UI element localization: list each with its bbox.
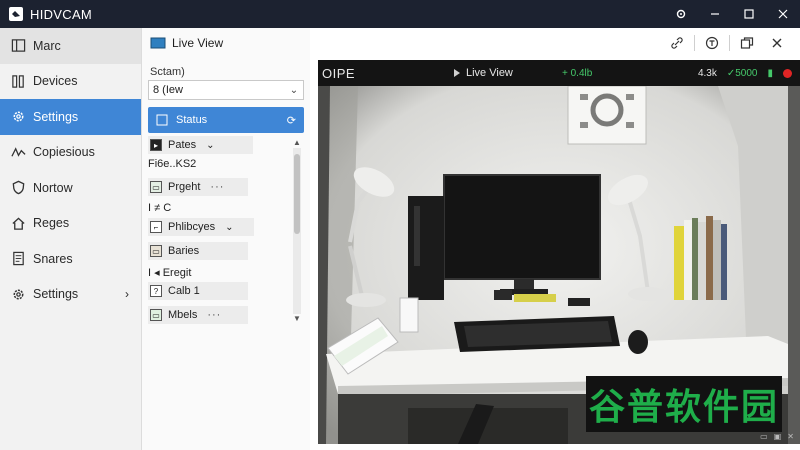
sidebar: Marc Devices Settings Copiesious Nortow … (0, 28, 142, 450)
list-item[interactable]: ▭ Baries (148, 242, 248, 260)
more-icon[interactable]: ··· (210, 181, 224, 193)
signal-icon: ▮ (767, 67, 773, 79)
stat-readout: 5000 (735, 67, 758, 79)
list-item[interactable]: ▸ Pates ⌄ (148, 136, 253, 154)
view-select[interactable]: 8 (Iew ⌄ (148, 80, 304, 100)
nav-item-label: Copiesious (33, 145, 95, 160)
check-icon: ✓ (726, 67, 736, 79)
shield-icon (10, 180, 26, 196)
document-icon (10, 251, 26, 267)
camera-controls: ▭ ▣ ✕ (754, 432, 794, 441)
list-item[interactable]: ⌐ Phlibcyes ⌄ (148, 218, 254, 236)
gear-icon (10, 286, 26, 302)
file-icon: ▸ (150, 139, 162, 151)
close-icon[interactable] (762, 28, 792, 58)
view-select-value: 8 (Iew (153, 84, 183, 96)
nav-item-nortow[interactable]: Nortow (0, 170, 141, 206)
nav-item-label: Settings (33, 287, 79, 302)
nav-item-settings-2[interactable]: Settings › (0, 277, 141, 313)
status-icon (156, 114, 168, 126)
scrollbar[interactable]: ▲ ▼ (293, 138, 301, 324)
nav-item-label: Snares (33, 251, 73, 266)
close-button[interactable] (766, 0, 800, 28)
image-icon: ▭ (150, 309, 162, 321)
app-logo-icon (9, 7, 23, 21)
camera-status-bar: OIPE Live View + 0.4lb 4.3k ✓ 5000 ▮ (318, 60, 800, 86)
record-indicator-icon (783, 68, 792, 78)
live-view-panel: Live View Sctam) 8 (Iew ⌄ Status ⟳ ▸ Pat… (142, 28, 310, 450)
nav-item-label: Devices (33, 74, 78, 89)
status-item[interactable]: Status ⟳ (148, 107, 304, 133)
scroll-up-icon[interactable]: ▲ (293, 138, 301, 148)
sync-icon[interactable]: ⟳ (287, 114, 296, 127)
more-icon[interactable]: ··· (207, 309, 221, 321)
nav-item-label: Nortow (33, 180, 73, 195)
nav-item-marc[interactable]: Marc (0, 28, 141, 64)
list-item[interactable]: ▭ Mbels ··· (148, 306, 248, 324)
play-icon (454, 69, 460, 77)
layout-icon (10, 38, 26, 54)
fullscreen-icon[interactable]: ▭ (760, 432, 768, 441)
panel-title: Live View (172, 36, 224, 50)
nav-item-label: Reges (33, 216, 70, 231)
chevron-down-icon: ⌄ (206, 139, 215, 151)
camera-id: OIPE (322, 65, 356, 81)
nav-item-copiesious[interactable]: Copiesious (0, 135, 141, 171)
title-bar: HIDVCAM (0, 0, 800, 28)
settings-icon[interactable] (664, 0, 698, 28)
divider (694, 35, 695, 51)
image-icon: ▭ (150, 181, 162, 193)
scroll-thumb[interactable] (294, 154, 300, 234)
list-item[interactable]: ▭ Prgeht ··· (148, 178, 248, 196)
chevron-down-icon: ⌄ (225, 221, 234, 233)
nav-item-settings[interactable]: Settings (0, 99, 141, 135)
home-icon (10, 215, 26, 231)
app-title: HIDVCAM (30, 6, 93, 22)
list-item[interactable]: ? Calb 1 (148, 282, 248, 300)
bitrate-readout: + 0.4lb (562, 67, 593, 79)
windows-icon[interactable] (732, 28, 762, 58)
divider (729, 35, 730, 51)
maximize-button[interactable] (732, 0, 766, 28)
help-icon: ? (150, 285, 162, 297)
image-icon: ▭ (150, 245, 162, 257)
close-icon[interactable]: ✕ (787, 432, 794, 441)
panel-header: Live View (150, 36, 223, 50)
scroll-track[interactable] (293, 148, 301, 314)
stat-readout: 4.3k (697, 67, 717, 79)
live-indicator: Live View (454, 67, 513, 79)
devices-icon (10, 73, 26, 89)
status-label: Status (176, 114, 208, 126)
chevron-right-icon: › (125, 287, 129, 302)
frame-icon: ⌐ (150, 221, 162, 233)
gear-icon (10, 109, 26, 125)
link-icon[interactable] (662, 28, 692, 58)
activity-icon (10, 144, 26, 160)
settings-list: ▸ Pates ⌄ Fi6e..KS2 ▭ Prgeht ··· I ≠ C ⌐… (148, 136, 306, 324)
scroll-down-icon[interactable]: ▼ (293, 314, 301, 324)
nav-item-snares[interactable]: Snares (0, 241, 141, 277)
nav-item-devices[interactable]: Devices (0, 64, 141, 100)
snapshot-icon[interactable]: ▣ (774, 432, 782, 441)
watermark-logo: 谷普软件园 (586, 376, 782, 432)
camera-stats: 4.3k ✓ 5000 ▮ (688, 68, 792, 79)
list-item: I ◂ Eregit (148, 267, 192, 279)
toolbar (310, 28, 800, 58)
nav-item-label: Marc (33, 38, 61, 53)
minimize-button[interactable] (698, 0, 732, 28)
monitor-icon (150, 37, 166, 48)
nav-item-label: Settings (33, 109, 79, 124)
nav-item-reges[interactable]: Reges (0, 206, 141, 242)
list-item: I ≠ C (148, 202, 172, 214)
chevron-down-icon: ⌄ (289, 84, 299, 96)
info-icon[interactable] (697, 28, 727, 58)
list-item: Fi6e..KS2 (148, 158, 197, 170)
